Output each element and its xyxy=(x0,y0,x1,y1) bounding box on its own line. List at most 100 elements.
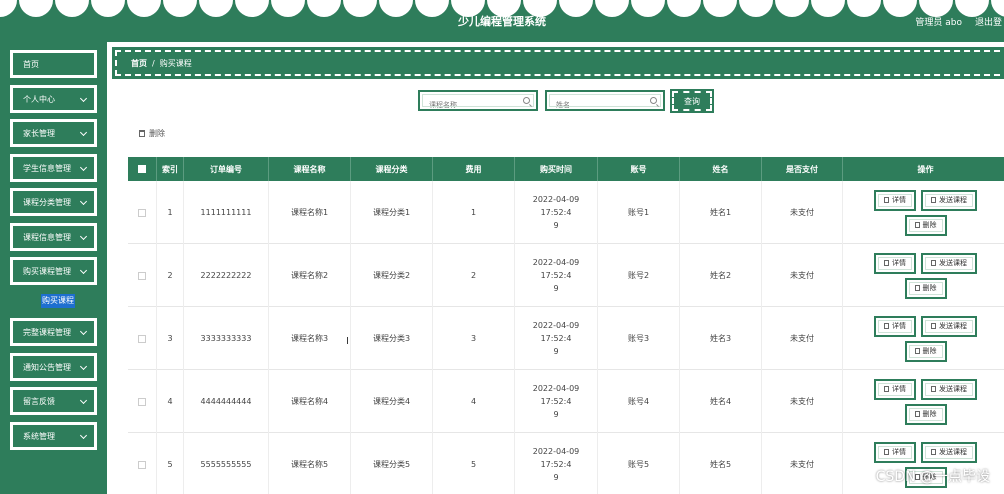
sidebar-item-label: 通知公告管理 xyxy=(23,362,71,372)
cell-fee: 3 xyxy=(433,307,515,370)
sidebar-item-purchase-mgmt[interactable]: 购买课程管理 xyxy=(10,257,97,285)
column-header: 课程名称 xyxy=(269,157,351,181)
row-checkbox[interactable] xyxy=(138,208,146,217)
row-checkbox[interactable] xyxy=(138,460,146,469)
detail-button[interactable]: 详情 xyxy=(874,252,916,274)
row-select-cell xyxy=(128,307,157,370)
cell-name: 姓名2 xyxy=(680,244,762,307)
watermark: CSDN @一点毕设 xyxy=(875,469,990,485)
cell-account: 账号2 xyxy=(598,244,680,307)
sidebar-item-notice-mgmt[interactable]: 通知公告管理 xyxy=(10,353,97,381)
cell-fee: 5 xyxy=(433,433,515,494)
time-line: 9 xyxy=(553,284,559,293)
document-icon xyxy=(884,197,889,203)
current-user-label: 管理员 abo xyxy=(915,18,962,28)
document-icon xyxy=(884,323,889,329)
cell-order-no: 4444444444 xyxy=(184,370,269,433)
time-line: 2022-04-09 17:52:4 xyxy=(532,384,580,406)
cell-course-name: 课程名称5 xyxy=(269,433,351,494)
row-checkbox[interactable] xyxy=(138,397,146,406)
breadcrumb-home[interactable]: 首页 xyxy=(131,58,147,69)
time-line: 2022-04-09 17:52:4 xyxy=(532,321,580,343)
delete-button[interactable]: 删除 xyxy=(904,403,947,425)
query-button[interactable]: 查询 xyxy=(670,89,714,113)
cell-course-name: 课程名称1 xyxy=(269,181,351,244)
sidebar-item-label: 个人中心 xyxy=(23,94,55,104)
delete-label: 删除 xyxy=(922,409,937,418)
cell-actions: 详情 发送课程 删除 xyxy=(843,370,1004,433)
app-title: 少儿编程管理系统 xyxy=(458,15,546,28)
bulk-delete-button[interactable]: 删除 xyxy=(139,128,165,139)
column-header: 费用 xyxy=(433,157,515,181)
row-select-cell xyxy=(128,181,157,244)
chevron-down-icon xyxy=(79,266,88,275)
sidebar-item-system-mgmt[interactable]: 系统管理 xyxy=(10,422,97,450)
document-icon xyxy=(884,449,889,455)
cell-order-no: 5555555555 xyxy=(184,433,269,494)
sidebar-item-home[interactable]: 首页 xyxy=(10,50,97,78)
detail-button[interactable]: 详情 xyxy=(874,189,916,211)
cell-fee: 2 xyxy=(433,244,515,307)
delete-button[interactable]: 删除 xyxy=(904,277,947,299)
chevron-down-icon xyxy=(79,197,88,206)
course-name-input[interactable] xyxy=(420,96,536,114)
cell-purchase-time: 2022-04-09 17:52:4 9 xyxy=(515,181,598,244)
table-header: 索引 订单编号 课程名称 课程分类 费用 购买时间 账号 姓名 是否支付 操作 xyxy=(128,157,1004,181)
select-all-checkbox[interactable] xyxy=(138,165,146,173)
delete-button[interactable]: 删除 xyxy=(904,214,947,236)
name-search-field[interactable] xyxy=(545,90,665,114)
breadcrumb: 首页 / 购买课程 xyxy=(112,47,1004,79)
cell-account: 账号4 xyxy=(598,370,680,433)
detail-label: 详情 xyxy=(892,447,906,456)
trash-icon xyxy=(139,130,145,137)
document-icon xyxy=(931,260,936,266)
send-course-label: 发送课程 xyxy=(939,258,967,267)
chevron-down-icon xyxy=(79,163,88,172)
send-course-button[interactable]: 发送课程 xyxy=(921,441,977,463)
sidebar-item-personal-center[interactable]: 个人中心 xyxy=(10,85,97,113)
column-header: 购买时间 xyxy=(515,157,598,181)
chevron-down-icon xyxy=(79,396,88,405)
cell-actions: 详情 发送课程 删除 xyxy=(843,244,1004,307)
detail-button[interactable]: 详情 xyxy=(874,378,916,400)
sidebar-item-label: 完整课程管理 xyxy=(23,327,71,337)
cell-account: 账号3 xyxy=(598,307,680,370)
document-icon xyxy=(884,260,889,266)
column-header: 课程分类 xyxy=(351,157,433,181)
row-checkbox[interactable] xyxy=(138,334,146,343)
cell-course-name: 课程名称2 xyxy=(269,244,351,307)
detail-button[interactable]: 详情 xyxy=(874,315,916,337)
send-course-label: 发送课程 xyxy=(939,321,967,330)
cell-account: 账号1 xyxy=(598,181,680,244)
trash-icon xyxy=(914,348,920,354)
send-course-button[interactable]: 发送课程 xyxy=(921,252,977,274)
send-course-button[interactable]: 发送课程 xyxy=(921,378,977,400)
sidebar-subitem-purchase-course[interactable]: 购买课程 xyxy=(41,294,75,308)
cell-paid: 未支付 xyxy=(762,307,843,370)
table-row: 1 1111111111 课程名称1 课程分类1 1 2022-04-09 17… xyxy=(128,181,1004,244)
column-header: 是否支付 xyxy=(762,157,843,181)
actions-line: 详情 发送课程 xyxy=(874,189,977,211)
sidebar-item-complete-course-mgmt[interactable]: 完整课程管理 xyxy=(10,318,97,346)
course-name-search-field[interactable] xyxy=(418,90,538,114)
actions-line: 详情 发送课程 xyxy=(874,441,977,463)
sidebar-item-student-mgmt[interactable]: 学生信息管理 xyxy=(10,154,97,182)
cell-index: 5 xyxy=(157,433,184,494)
sidebar-item-course-info-mgmt[interactable]: 课程信息管理 xyxy=(10,223,97,251)
sidebar-item-parent-mgmt[interactable]: 家长管理 xyxy=(10,119,97,147)
time-line: 2022-04-09 17:52:4 xyxy=(532,195,580,217)
sidebar-item-feedback[interactable]: 留言反馈 xyxy=(10,387,97,415)
send-course-button[interactable]: 发送课程 xyxy=(921,189,977,211)
row-select-cell xyxy=(128,244,157,307)
detail-button[interactable]: 详情 xyxy=(874,441,916,463)
table-row: 3 3333333333 课程名称3 课程分类3 3 2022-04-09 17… xyxy=(128,307,1004,370)
delete-button[interactable]: 删除 xyxy=(904,340,947,362)
logout-link[interactable]: 退出登 xyxy=(975,15,1002,28)
sidebar-item-course-category-mgmt[interactable]: 课程分类管理 xyxy=(10,188,97,216)
document-icon xyxy=(931,197,936,203)
name-input[interactable] xyxy=(547,96,663,114)
row-checkbox[interactable] xyxy=(138,271,146,280)
send-course-button[interactable]: 发送课程 xyxy=(921,315,977,337)
time-line: 9 xyxy=(553,410,559,419)
sidebar-item-label: 课程信息管理 xyxy=(23,232,71,242)
